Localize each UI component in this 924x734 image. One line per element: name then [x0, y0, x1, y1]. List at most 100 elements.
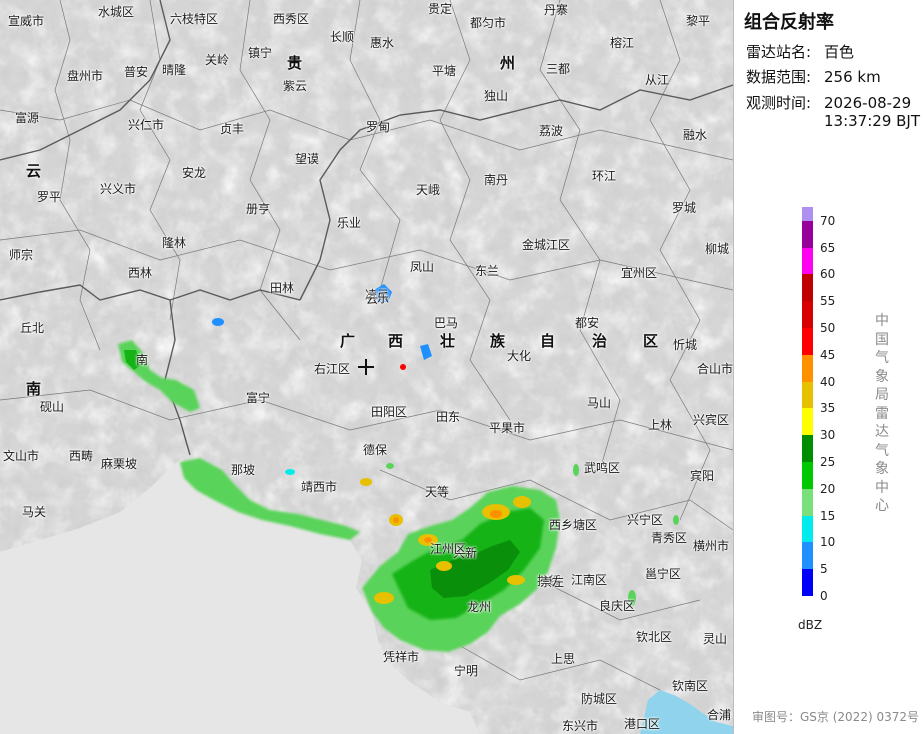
echo-east-1 — [573, 464, 579, 476]
legend-unit: dBZ — [798, 618, 823, 632]
city-label: 大化 — [507, 349, 532, 363]
province-label: 西 — [388, 332, 404, 350]
source-char: 象 — [875, 368, 889, 385]
city-label: 从江 — [645, 73, 670, 87]
city-label: 灵山 — [703, 632, 728, 646]
city-label: 平塘 — [432, 64, 457, 78]
city-label: 宜州区 — [621, 266, 658, 280]
city-label: 凤山 — [410, 260, 435, 274]
city-label: 东兰 — [475, 264, 500, 278]
city-label: 西林 — [128, 266, 153, 280]
city-label: 册亨 — [246, 202, 271, 216]
city-label: 贵定 — [428, 2, 453, 16]
legend-label: 5 — [820, 562, 828, 577]
legend-swatch — [802, 206, 813, 221]
city-label: 六枝特区 — [170, 12, 219, 26]
city-label: 丘北 — [20, 321, 45, 335]
legend-swatch — [802, 435, 813, 462]
city-label: 钦北区 — [636, 630, 673, 644]
province-label: 贵 — [287, 54, 303, 72]
province-label: 壮 — [440, 332, 456, 350]
range-value: 256 km — [824, 68, 881, 86]
city-label: 邕宁区 — [645, 567, 682, 581]
city-label: 南 — [136, 353, 149, 367]
city-label: 田林 — [270, 281, 295, 295]
source-char: 中 — [875, 479, 889, 496]
source-char: 达 — [875, 424, 889, 440]
city-label: 关岭 — [205, 53, 230, 67]
province-label: 南 — [26, 380, 42, 398]
legend-swatch — [802, 247, 813, 275]
source-char: 雷 — [875, 405, 889, 422]
city-label: 右江区 — [314, 362, 351, 376]
city-label: 宾阳 — [690, 469, 715, 483]
legend-label: 50 — [820, 321, 836, 335]
city-label: 惠水 — [370, 36, 395, 50]
city-label: 马山 — [587, 396, 612, 410]
city-label: 马关 — [22, 505, 47, 519]
city-label: 青秀区 — [651, 531, 688, 545]
city-label: 晴隆 — [162, 63, 187, 77]
city-label: 兴宁区 — [627, 513, 664, 527]
range-row: 数据范围: 256 km — [746, 66, 881, 87]
city-label: 上林 — [648, 418, 673, 432]
city-label: 宣威市 — [8, 14, 45, 28]
echo-east-3 — [673, 515, 679, 525]
city-label: 安龙 — [182, 166, 207, 180]
city-label: 榕江 — [610, 36, 635, 50]
city-label: 武鸣区 — [584, 461, 621, 475]
city-label: 乐 — [377, 291, 390, 305]
city-label: 丹寨 — [544, 3, 569, 17]
product-title: 组合反射率 — [744, 12, 834, 33]
province-label: 族 — [490, 332, 506, 350]
source-char: 象 — [875, 461, 889, 477]
radar-map[interactable]: 贵 州 云 南 广 西 壮 族 自 治 区 宣威市 水城区 六枝特区 西秀区 贵… — [0, 0, 733, 734]
city-label: 西乡塘区 — [549, 518, 598, 532]
city-label: 平果市 — [489, 421, 526, 435]
city-label: 麻栗坡 — [101, 457, 138, 471]
city-label: 都安 — [575, 316, 600, 330]
city-label: 环江 — [592, 169, 617, 183]
province-label: 广 — [340, 332, 356, 350]
province-label: 区 — [643, 332, 659, 350]
province-label: 云 — [26, 162, 42, 180]
city-label: 田阳区 — [371, 405, 408, 419]
city-label: 贞丰 — [220, 122, 245, 136]
echo-mid-1 — [360, 478, 372, 486]
city-label: 西畴 — [69, 449, 94, 463]
time-label: 观测时间: — [746, 94, 812, 112]
city-label: 凭祥市 — [383, 650, 420, 664]
source-char: 气 — [875, 442, 889, 459]
legend-swatch — [802, 569, 813, 596]
city-label: 富宁 — [246, 391, 271, 405]
station-value: 百色 — [824, 43, 855, 61]
city-label: 砚山 — [40, 400, 65, 414]
echo-yellow-5 — [374, 592, 394, 604]
range-label: 数据范围: — [746, 68, 812, 86]
city-label: 云 — [366, 292, 379, 306]
legend-label: 45 — [820, 347, 836, 362]
city-label: 师宗 — [9, 248, 34, 262]
source-char: 心 — [875, 498, 889, 514]
city-label: 罗甸 — [366, 120, 391, 134]
legend-swatch — [802, 462, 813, 489]
city-label: 都匀市 — [470, 16, 507, 30]
city-label: 天峨 — [416, 183, 441, 197]
city-label: 良庆区 — [599, 599, 636, 613]
station-label: 雷达站名: — [746, 43, 812, 61]
city-label: 镇宁 — [248, 46, 273, 60]
city-label: 隆林 — [162, 236, 187, 250]
echo-orange-3 — [393, 517, 399, 523]
city-label: 江南区 — [571, 573, 608, 587]
city-label: 乐业 — [337, 216, 362, 230]
echo-orange-1 — [490, 510, 502, 518]
province-label: 治 — [592, 332, 608, 350]
plus-icon — [357, 358, 375, 376]
map-review-number: 审图号：GS京 (2022) 0372号 — [752, 710, 919, 724]
city-label: 合浦 — [707, 708, 732, 722]
echo-mid-2 — [386, 463, 394, 469]
city-label: 兴义市 — [100, 182, 137, 196]
city-label: 柳城 — [705, 242, 730, 256]
legend-label: 30 — [820, 428, 836, 443]
radar-view: 贵 州 云 南 广 西 壮 族 自 治 区 宣威市 水城区 六枝特区 西秀区 贵… — [0, 0, 924, 734]
